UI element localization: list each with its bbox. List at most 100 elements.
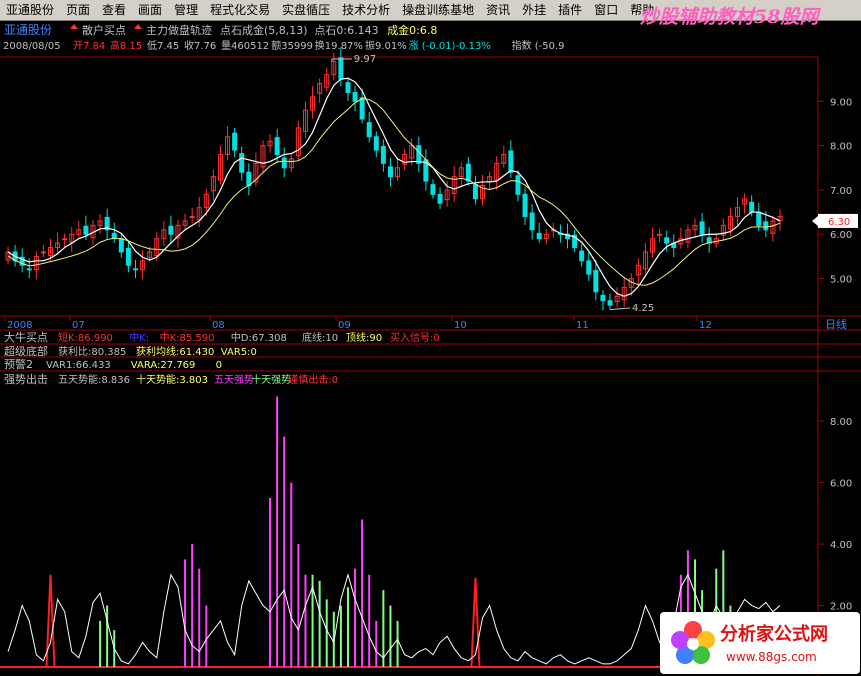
candle-body bbox=[763, 221, 769, 231]
candle-body bbox=[168, 225, 174, 235]
panel2-item-5: 顶线:90 bbox=[346, 331, 382, 344]
chart-canvas[interactable]: 亚通股份 散户买点 主力做盘轨迹 点石成金(5,8,13) 点石0:6.143 成金0:6… bbox=[0, 0, 861, 676]
quote-item-10: 指数 (-50.9 bbox=[512, 39, 565, 52]
candle-body bbox=[118, 238, 124, 253]
quote-item-9: 涨 (-0.01)-0.13% bbox=[409, 40, 491, 52]
panel3-item-2: VAR5:0 bbox=[221, 347, 257, 358]
lower-axis-label: 2.00 bbox=[830, 602, 852, 613]
panel5-item-1: 十天势能:3.803 bbox=[136, 373, 208, 386]
candle-body bbox=[83, 225, 89, 235]
flower-logo-icon bbox=[671, 621, 715, 664]
candle-body bbox=[232, 132, 238, 151]
indicator-item-0: 散户买点 bbox=[82, 23, 126, 37]
panel5-item-3: 十天强势 bbox=[251, 373, 291, 386]
ma-line-short bbox=[7, 77, 781, 297]
panel4-item-0: VAR1:66.433 bbox=[46, 360, 111, 371]
price-axis-label: 6.00 bbox=[830, 230, 852, 241]
indicator-item-4: 成金0:6.8 bbox=[387, 23, 437, 37]
candle-body bbox=[274, 137, 280, 155]
candle-body bbox=[699, 221, 705, 235]
candle-body bbox=[352, 91, 358, 102]
panel4-item-2: 0 bbox=[216, 360, 222, 371]
panel3-title: 超级底部 bbox=[4, 344, 48, 358]
peak-label: 9.97 bbox=[354, 54, 376, 65]
candle-body bbox=[756, 211, 762, 226]
candle-body bbox=[529, 212, 535, 231]
current-price-label: 6.30 bbox=[828, 217, 850, 228]
candle-body bbox=[515, 175, 521, 195]
lower-axis-label: 4.00 bbox=[830, 540, 852, 551]
candle-body bbox=[465, 163, 471, 182]
red-spike bbox=[45, 574, 56, 668]
panel2-item-3: 中D:67.308 bbox=[231, 331, 287, 344]
panel5-item-2: 五天强势 bbox=[214, 373, 254, 386]
date-axis-label: 09 bbox=[338, 320, 351, 331]
arrow-up-icon bbox=[134, 24, 142, 29]
candle-body bbox=[189, 216, 195, 219]
panel4-item-1: VARA:27.769 bbox=[131, 360, 196, 371]
candle-body bbox=[607, 300, 613, 306]
candle-body bbox=[508, 150, 514, 173]
indicator-item-2: 点石成金(5,8,13) bbox=[220, 23, 308, 37]
date-axis-label: 12 bbox=[699, 320, 712, 331]
candle-body bbox=[338, 57, 344, 80]
candle-body bbox=[62, 238, 68, 241]
period-label: 日线 bbox=[825, 317, 847, 331]
candle-body bbox=[387, 166, 393, 178]
price-axis-label: 5.00 bbox=[830, 275, 852, 286]
candle-body bbox=[373, 136, 379, 151]
trough-marker bbox=[609, 307, 631, 311]
panel2-item-2: 中K:85.590 bbox=[160, 331, 215, 344]
panel2-item-1: 中K: bbox=[129, 331, 149, 344]
panel2-item-4: 底线:10 bbox=[302, 331, 338, 344]
candle-body bbox=[281, 157, 287, 169]
price-axis-label: 9.00 bbox=[830, 97, 852, 108]
candle-body bbox=[579, 250, 585, 262]
date-axis-label: 11 bbox=[576, 320, 589, 331]
logo-watermark: 分析家公式网 www.88gs.com bbox=[660, 612, 860, 674]
quote-item-5: 量460512 bbox=[221, 40, 269, 52]
indicator-item-3: 点石0:6.143 bbox=[314, 24, 378, 37]
candle-body bbox=[345, 82, 351, 93]
candle-body bbox=[749, 201, 755, 213]
candle-body bbox=[593, 270, 599, 293]
quote-item-1: 开7.84 bbox=[73, 41, 105, 52]
quote-item-7: 换19.87% bbox=[315, 39, 363, 52]
candle-body bbox=[472, 184, 478, 200]
date-axis-label: 07 bbox=[72, 320, 85, 331]
lower-axis-label: 6.00 bbox=[830, 479, 852, 490]
candle-body bbox=[246, 171, 252, 186]
candle-body bbox=[664, 237, 670, 244]
candle-body bbox=[366, 122, 372, 138]
candle-body bbox=[132, 268, 138, 271]
candle-body bbox=[586, 260, 592, 275]
quote-item-3: 低7.45 bbox=[147, 39, 179, 52]
current-price-arrow-icon bbox=[812, 215, 818, 226]
date-axis-label: 08 bbox=[212, 320, 225, 331]
candle-body bbox=[600, 294, 606, 302]
candle-body bbox=[522, 193, 528, 218]
panel5-item-4: 谨慎出击:0 bbox=[288, 373, 338, 386]
panel2-item-0: 短K:86.990 bbox=[58, 331, 113, 344]
candle-body bbox=[430, 184, 436, 195]
arrow-up-icon bbox=[70, 24, 78, 29]
candle-body bbox=[380, 146, 386, 164]
candle-body bbox=[359, 97, 365, 120]
panel2-title: 大牛买点 bbox=[4, 330, 48, 344]
candle-body bbox=[239, 153, 245, 173]
candle-body bbox=[536, 232, 542, 240]
trough-label: 4.25 bbox=[632, 303, 654, 314]
ma-line-long bbox=[7, 98, 781, 286]
quote-item-4: 收7.76 bbox=[184, 39, 216, 52]
panel5-item-0: 五天势能:8.836 bbox=[58, 373, 130, 386]
date-axis-label: 2008 bbox=[7, 320, 32, 331]
panel4-title: 预警2 bbox=[4, 357, 33, 371]
stock-name: 亚通股份 bbox=[4, 23, 52, 37]
panel3-item-1: 获利均线:61.430 bbox=[136, 345, 214, 358]
candle-body bbox=[416, 145, 422, 164]
indicator-item-1: 主力做盘轨迹 bbox=[146, 23, 212, 37]
quote-item-6: 额35999 bbox=[271, 39, 313, 52]
price-axis-label: 7.00 bbox=[830, 186, 852, 197]
candle-body bbox=[657, 233, 663, 236]
price-axis-label: 8.00 bbox=[830, 142, 852, 153]
